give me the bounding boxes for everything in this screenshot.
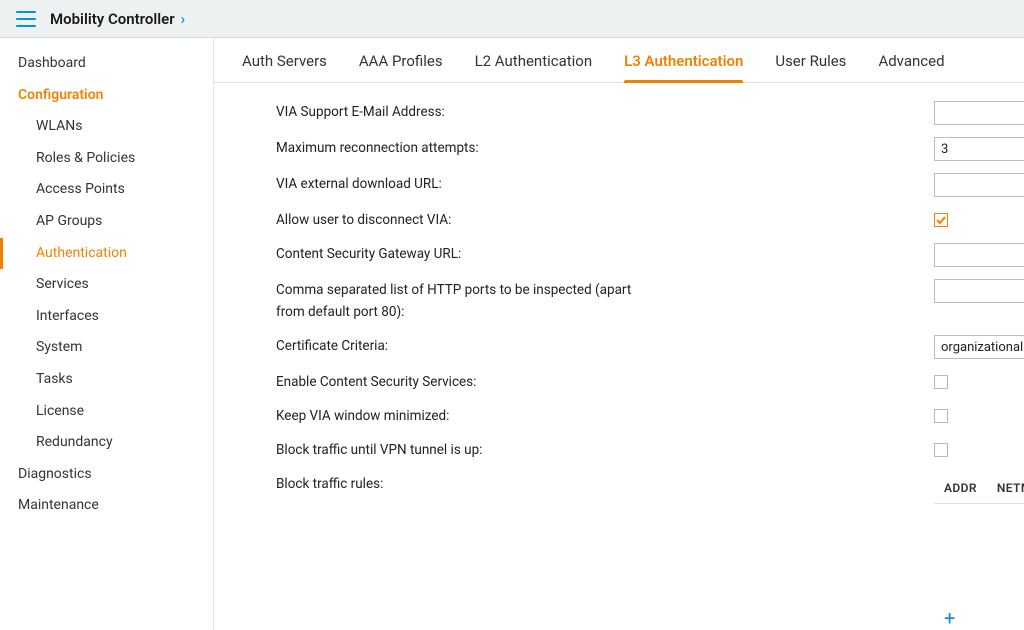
sidebar: Dashboard Configuration WLANs Roles & Po… [0, 38, 214, 630]
tab-auth-servers[interactable]: Auth Servers [242, 52, 327, 82]
top-header: Mobility Controller › [0, 0, 1024, 38]
sidebar-item-system[interactable]: System [0, 332, 213, 364]
keep-min-label: Keep VIA window minimized: [214, 405, 654, 427]
sidebar-item-dashboard[interactable]: Dashboard [0, 48, 213, 80]
sidebar-item-maintenance[interactable]: Maintenance [0, 490, 213, 522]
block-until-vpn-checkbox[interactable] [934, 443, 948, 457]
allow-disconnect-checkbox[interactable] [934, 213, 948, 227]
cert-criteria-input[interactable] [934, 335, 1024, 359]
sidebar-item-tasks[interactable]: Tasks [0, 364, 213, 396]
content-area: Auth Servers AAA Profiles L2 Authenticat… [214, 38, 1024, 630]
hamburger-icon[interactable] [16, 11, 36, 27]
sidebar-item-configuration[interactable]: Configuration [0, 80, 213, 112]
add-rule-plus-icon[interactable]: + [944, 606, 955, 630]
via-email-label: VIA Support E-Mail Address: [214, 101, 654, 123]
tab-advanced[interactable]: Advanced [878, 52, 944, 82]
form-area: VIA Support E-Mail Address: Maximum reco… [214, 83, 1024, 630]
cert-criteria-label: Certificate Criteria: [214, 335, 654, 357]
block-rules-label: Block traffic rules: [214, 473, 654, 495]
block-rules-body [934, 504, 1024, 602]
sidebar-item-license[interactable]: License [0, 396, 213, 428]
sidebar-item-services[interactable]: Services [0, 269, 213, 301]
col-netmask[interactable]: NETMASK [987, 473, 1024, 503]
tab-l2-authentication[interactable]: L2 Authentication [475, 52, 593, 82]
ext-download-label: VIA external download URL: [214, 173, 654, 195]
block-rules-header: ADDR NETMASK DESCRIPTIO [934, 473, 1024, 504]
chevron-right-icon[interactable]: › [181, 10, 186, 28]
http-ports-label: Comma separated list of HTTP ports to be… [214, 279, 654, 323]
block-until-vpn-label: Block traffic until VPN tunnel is up: [214, 439, 654, 461]
block-rules-table: ADDR NETMASK DESCRIPTIO + [654, 473, 1024, 629]
col-addr[interactable]: ADDR [934, 473, 987, 503]
via-email-input[interactable] [934, 101, 1024, 125]
sidebar-item-interfaces[interactable]: Interfaces [0, 301, 213, 333]
csg-url-input[interactable] [934, 243, 1024, 267]
keep-min-checkbox[interactable] [934, 409, 948, 423]
http-ports-input[interactable] [934, 279, 1024, 303]
enable-css-checkbox[interactable] [934, 375, 948, 389]
sidebar-item-ap-groups[interactable]: AP Groups [0, 206, 213, 238]
tab-l3-authentication[interactable]: L3 Authentication [624, 52, 743, 82]
tab-user-rules[interactable]: User Rules [775, 52, 846, 82]
allow-disconnect-label: Allow user to disconnect VIA: [214, 209, 654, 231]
tab-bar: Auth Servers AAA Profiles L2 Authenticat… [214, 38, 1024, 83]
ext-download-input[interactable] [934, 173, 1024, 197]
app-title: Mobility Controller [50, 10, 175, 28]
sidebar-item-redundancy[interactable]: Redundancy [0, 427, 213, 459]
max-reconnect-input[interactable] [934, 137, 1024, 161]
sidebar-item-access-points[interactable]: Access Points [0, 174, 213, 206]
sidebar-item-roles-policies[interactable]: Roles & Policies [0, 143, 213, 175]
max-reconnect-label: Maximum reconnection attempts: [214, 137, 654, 159]
tab-aaa-profiles[interactable]: AAA Profiles [359, 52, 443, 82]
enable-css-label: Enable Content Security Services: [214, 371, 654, 393]
csg-url-label: Content Security Gateway URL: [214, 243, 654, 265]
sidebar-item-diagnostics[interactable]: Diagnostics [0, 459, 213, 491]
sidebar-item-wlans[interactable]: WLANs [0, 111, 213, 143]
sidebar-item-authentication[interactable]: Authentication [0, 238, 213, 270]
check-icon [935, 214, 947, 226]
